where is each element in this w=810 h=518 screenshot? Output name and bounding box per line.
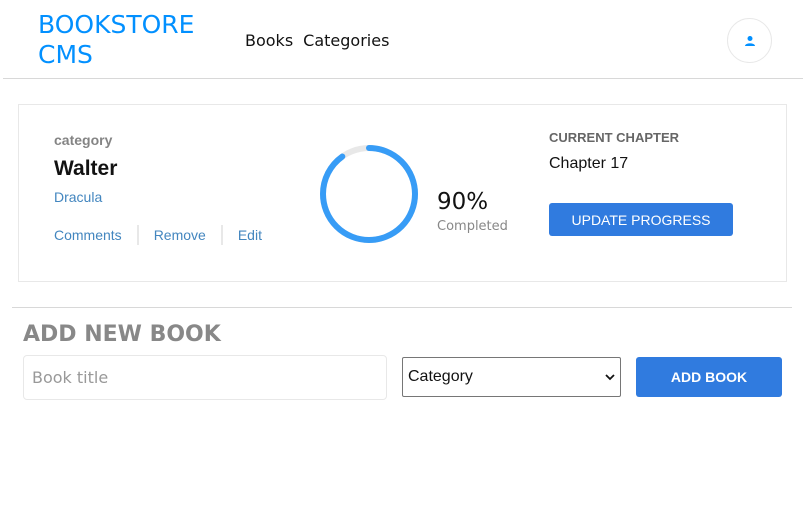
update-progress-button[interactable]: UPDATE PROGRESS <box>549 203 733 236</box>
main-nav: Books Categories <box>245 31 389 50</box>
category-select-value: Category <box>408 368 473 385</box>
add-book-button[interactable]: ADD BOOK <box>636 357 782 397</box>
book-author: Dracula <box>54 189 103 205</box>
remove-button[interactable]: Remove <box>154 227 206 243</box>
action-divider <box>136 225 139 245</box>
user-icon <box>744 35 755 46</box>
action-divider <box>220 225 223 245</box>
book-category: category <box>54 132 113 148</box>
book-actions: Comments Remove Edit <box>54 225 262 245</box>
progress-arc <box>320 145 418 243</box>
section-divider <box>12 307 792 308</box>
progress-ring <box>320 145 418 243</box>
nav-link-categories[interactable]: Categories <box>303 31 389 50</box>
progress-label: Completed <box>437 219 508 234</box>
book-title: Walter <box>54 157 118 180</box>
chevron-down-icon <box>605 374 615 381</box>
current-chapter-label: CURRENT CHAPTER <box>549 130 679 145</box>
navbar: BOOKSTORE CMS Books Categories <box>3 0 803 79</box>
user-button[interactable] <box>727 18 772 63</box>
nav-link-books[interactable]: Books <box>245 31 293 50</box>
category-select[interactable]: Category <box>402 357 621 397</box>
book-card: category Walter Dracula Comments Remove … <box>18 104 787 282</box>
book-title-input[interactable] <box>23 355 387 400</box>
edit-button[interactable]: Edit <box>238 227 262 243</box>
current-chapter: Chapter 17 <box>549 155 629 172</box>
progress-percent: 90% <box>437 189 489 215</box>
logo[interactable]: BOOKSTORE CMS <box>38 10 218 70</box>
comments-button[interactable]: Comments <box>54 227 122 243</box>
add-book-title: ADD NEW BOOK <box>23 322 221 347</box>
